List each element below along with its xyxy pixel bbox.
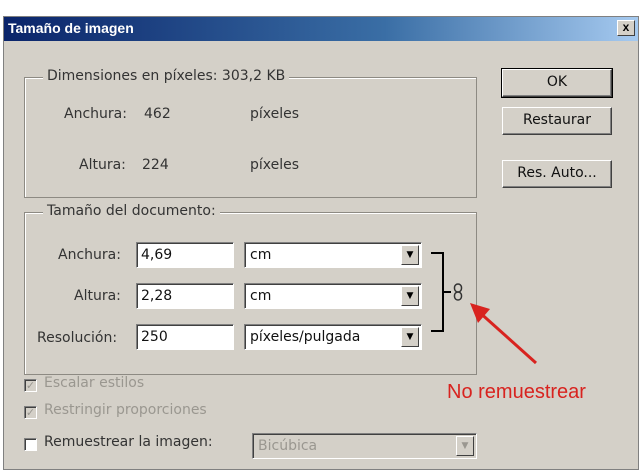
pixel-height-unit: píxeles [250,157,300,173]
pixel-dimensions-group [24,77,477,198]
pixel-height-label: Altura: [79,157,126,173]
resample-label: Remuestrear la imagen: [44,434,213,450]
constrain-proportions-checkbox[interactable]: ✓ [24,406,37,419]
doc-height-label: Altura: [74,288,121,304]
doc-height-unit-value: cm [250,288,272,304]
close-button[interactable]: x [617,20,635,36]
chevron-down-icon[interactable]: ▼ [401,327,419,347]
doc-height-unit-select[interactable]: cm ▼ [244,283,422,309]
resolution-unit-value: píxeles/pulgada [250,329,361,345]
constrain-proportions-label: Restringir proporciones [44,402,207,418]
doc-height-input[interactable] [136,283,234,309]
scale-styles-label: Escalar estilos [44,375,145,391]
pixel-width-label: Anchura: [64,106,127,122]
resolution-unit-select[interactable]: píxeles/pulgada ▼ [244,324,422,350]
doc-width-unit-value: cm [250,247,272,263]
resample-checkbox[interactable] [24,438,37,451]
pixel-width-value: 462 [144,106,171,122]
doc-width-label: Anchura: [58,247,121,263]
ok-button[interactable]: OK [501,68,613,98]
pixel-height-value: 224 [142,157,169,173]
no-resample-annotation: No remuestrear [447,381,586,403]
chevron-down-icon[interactable]: ▼ [401,286,419,306]
chain-link-icon [453,283,463,301]
auto-resolution-button[interactable]: Res. Auto... [502,160,612,188]
scale-styles-checkbox[interactable]: ✓ [24,379,37,392]
title-bar: Tamaño de imagen x [4,17,638,41]
pixel-width-unit: píxeles [250,106,300,122]
chevron-down-icon[interactable]: ▼ [456,436,474,456]
resolution-label: Resolución: [37,330,118,346]
document-size-legend: Tamaño del documento: [43,203,220,219]
resample-method-select[interactable]: Bicúbica ▼ [252,433,477,459]
resolution-input[interactable] [136,324,234,350]
dialog-title: Tamaño de imagen [8,20,134,36]
annotation-arrow [470,303,538,365]
doc-width-input[interactable] [136,242,234,268]
close-icon: x [622,20,630,34]
reset-button[interactable]: Restaurar [502,107,612,135]
chevron-down-icon[interactable]: ▼ [401,245,419,265]
resample-method-value: Bicúbica [258,438,318,454]
doc-width-unit-select[interactable]: cm ▼ [244,242,422,268]
image-size-dialog: Tamaño de imagen x Dimensiones en píxele… [3,16,639,470]
pixel-dimensions-legend: Dimensiones en píxeles: 303,2 KB [43,68,290,84]
